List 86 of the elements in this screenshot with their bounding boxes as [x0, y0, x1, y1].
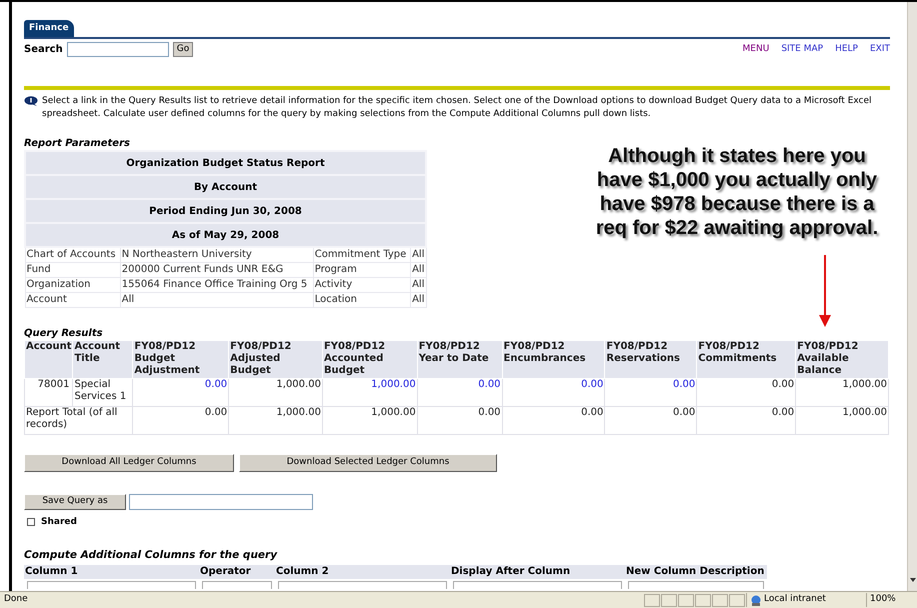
section-title: Report Parameters	[24, 138, 131, 150]
download-button[interactable]: Download All Ledger Columns	[24, 454, 234, 472]
column-header: FY08/PD12 Encumbrances	[502, 340, 605, 378]
scroll-down-icon[interactable]	[909, 577, 917, 583]
shared-checkbox[interactable]	[27, 518, 35, 526]
zone-text: Local intranet	[764, 593, 826, 606]
parameter-cell: 200000 Current Funds UNR E&G	[120, 262, 314, 277]
parameter-cell: N Northeastern University	[120, 247, 314, 262]
amount-link[interactable]: 0.00	[673, 378, 696, 390]
amount-link[interactable]: 1,000.00	[371, 378, 416, 390]
table-cell: Special Services 1	[74, 378, 126, 402]
amount-link[interactable]: 0.00	[204, 378, 228, 390]
nav-link[interactable]: HELP	[835, 42, 858, 56]
column-header: Account Title	[72, 340, 133, 378]
dropdown[interactable]	[202, 581, 272, 589]
nav-link[interactable]: SITE MAP	[781, 42, 824, 56]
column-header: Operator	[199, 565, 275, 579]
parameter-cell: Organization	[25, 277, 120, 292]
column-header: FY08/PD12 Adjusted Budget	[228, 340, 322, 378]
table-cell: 0.00	[772, 406, 794, 418]
parameter-cell: 155064 Finance Office Training Org 5	[120, 277, 314, 292]
checkbox-label: Shared	[41, 516, 77, 528]
save-query-button[interactable]: Save Query as	[24, 494, 126, 510]
nav-link[interactable]: EXIT	[870, 42, 890, 56]
column-header: Column 2	[275, 565, 450, 579]
parameter-cell: Activity	[313, 277, 411, 292]
column-header: New Column Description	[625, 565, 767, 579]
download-button[interactable]: Download Selected Ledger Columns	[239, 454, 497, 472]
parameter-cell: All	[410, 247, 426, 262]
amount-link[interactable]: 0.00	[478, 378, 501, 390]
parameter-cell: Commitment Type	[313, 247, 411, 262]
tab[interactable]: Finance	[24, 20, 74, 37]
annotation-text: Although it states here you have $1,000 you actually only have $978 because there is a req for $22 awaiting approval.	[594, 144, 880, 240]
column-header: FY08/PD12 Budget Adjustment	[132, 340, 229, 378]
table-cell: 1,000.00	[842, 378, 887, 390]
table-cell: 1,000.00	[276, 378, 321, 390]
info-icon	[24, 96, 38, 106]
column-header: FY08/PD12 Reservations	[604, 340, 697, 378]
column-header: Display After Column	[450, 565, 625, 579]
amount-link[interactable]: 0.00	[581, 378, 604, 390]
search-label: Search	[24, 43, 63, 57]
query-name-field[interactable]	[129, 494, 313, 510]
table-cell: 0.00	[673, 406, 696, 418]
instruction-text: Select a link in the Query Results list to retrieve detail information for the specific item chosen. Select one of the Download options to download Budget Query data to a Microsoft Excel spreadsheet. Calculate user defined columns for the query by making selections from the Compute Additional Columns pull down lists.	[42, 95, 873, 121]
column-header: Column 1	[24, 565, 199, 579]
column-header: Account	[24, 340, 73, 378]
parameter-cell: Chart of Accounts	[25, 247, 120, 262]
parameter-cell: All	[120, 292, 314, 307]
nav-link[interactable]: MENU	[742, 42, 770, 56]
table-cell: Report Total (of all records)	[26, 406, 118, 430]
table-cell: 0.00	[581, 406, 604, 418]
section-title: Query Results	[24, 328, 104, 340]
parameter-cell: Account	[25, 292, 120, 307]
status-text: Done	[4, 593, 29, 606]
dropdown[interactable]	[278, 581, 447, 589]
table-cell: 0.00	[478, 406, 501, 418]
dropdown[interactable]	[453, 581, 622, 589]
table-cell: 78001	[38, 378, 70, 390]
network-icon	[750, 594, 762, 606]
section-title: Compute Additional Columns for the query	[24, 549, 278, 562]
parameter-cell: All	[410, 292, 426, 307]
dropdown[interactable]	[27, 581, 196, 589]
scrollbar[interactable]	[907, 2, 917, 591]
column-header: FY08/PD12 Available Balance	[796, 340, 888, 378]
column-header: FY08/PD12 Commitments	[696, 340, 796, 378]
search-field[interactable]	[66, 42, 169, 57]
parameter-cell: All	[410, 262, 426, 277]
report-heading: Organization Budget Status Report	[25, 151, 426, 175]
table-cell: 1,000.00	[276, 406, 321, 418]
column-header: FY08/PD12 Year to Date	[417, 340, 502, 378]
arrow-icon	[819, 255, 831, 327]
column-header: FY08/PD12 Accounted Budget	[322, 340, 418, 378]
report-heading: As of May 29, 2008	[25, 223, 426, 247]
parameter-cell: Program	[313, 262, 411, 277]
go-button[interactable]: Go	[172, 42, 194, 57]
parameter-cell: Location	[313, 292, 411, 307]
zoom-level[interactable]: 100%	[870, 593, 896, 607]
table-cell: 1,000.00	[371, 406, 416, 418]
report-heading: By Account	[25, 175, 426, 199]
table-cell: 0.00	[204, 406, 228, 418]
table-cell: 1,000.00	[842, 406, 887, 418]
dropdown[interactable]	[628, 581, 764, 589]
report-heading: Period Ending Jun 30, 2008	[25, 199, 426, 223]
parameter-cell: Fund	[25, 262, 120, 277]
table-cell: 0.00	[772, 378, 794, 390]
parameter-cell: All	[410, 277, 426, 292]
